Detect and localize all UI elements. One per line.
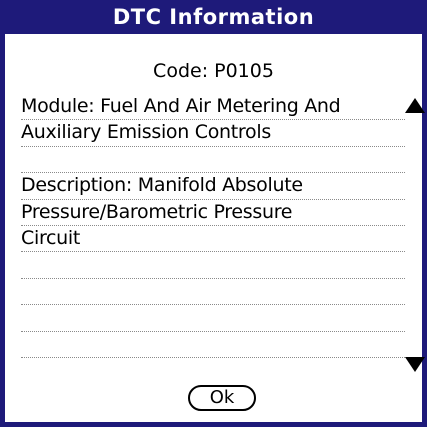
text-line [21, 252, 405, 279]
dialog-title: DTC Information [5, 0, 422, 34]
text-line [21, 332, 405, 358]
text-line: Circuit [21, 226, 405, 253]
dtc-info-text-field[interactable]: Module: Fuel And Air Metering And Auxili… [21, 94, 405, 358]
scroll-down-arrow-icon[interactable] [405, 357, 425, 372]
text-line [21, 305, 405, 332]
text-line: Description: Manifold Absolute [21, 173, 405, 200]
dtc-information-dialog: DTC Information Code: P0105 Module: Fuel… [0, 0, 427, 427]
text-line: Auxiliary Emission Controls [21, 120, 405, 147]
text-line [21, 147, 405, 174]
dtc-code: Code: P0105 [153, 60, 274, 82]
text-line [21, 279, 405, 306]
scroll-up-arrow-icon[interactable] [405, 98, 425, 113]
text-line: Pressure/Barometric Pressure [21, 200, 405, 226]
ok-button[interactable]: Ok [188, 385, 256, 411]
text-line: Module: Fuel And Air Metering And [21, 94, 405, 121]
